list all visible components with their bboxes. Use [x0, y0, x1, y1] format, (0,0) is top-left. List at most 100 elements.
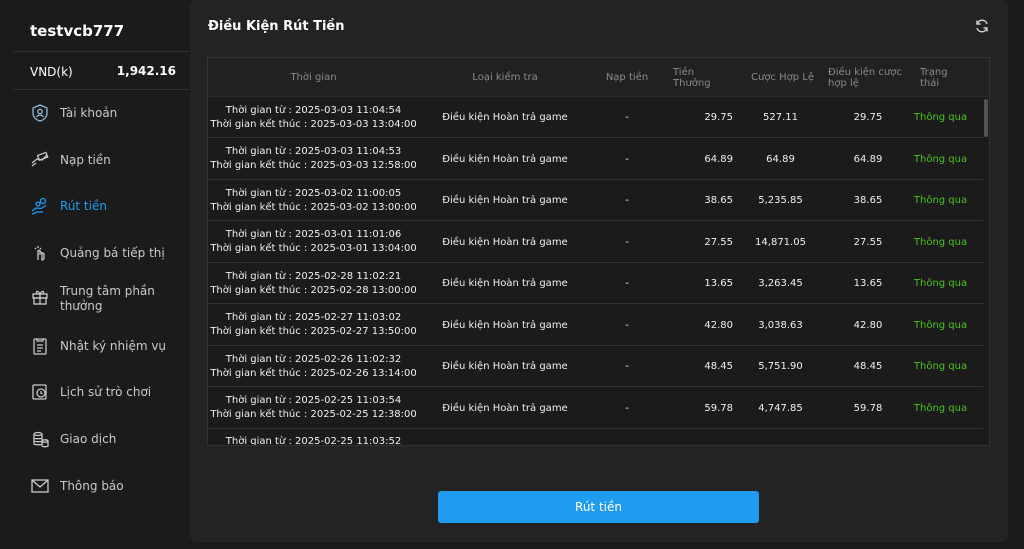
cell-deposit: [591, 429, 663, 445]
table-row: Thời gian từ : 2025-03-01 11:01:06 Thời g…: [208, 222, 985, 263]
history-icon: [32, 384, 47, 400]
conditions-table: Thời gian Loại kiểm tra Nạp tiền Tiền Th…: [207, 57, 990, 446]
balance-value: 1,942.16: [116, 64, 176, 78]
clipboard-icon: [33, 338, 47, 355]
cell-status: Thông qua: [913, 402, 968, 414]
cell-bet-condition: 64.89: [853, 153, 883, 165]
table-row: Thời gian từ : 2025-03-02 11:00:05 Thời g…: [208, 180, 985, 221]
envelope-icon: [31, 479, 49, 493]
time-from: Thời gian từ : 2025-03-01 11:01:06: [225, 229, 402, 240]
cell-status: [908, 429, 973, 445]
sidebar-item-label: Lịch sử trò chơi: [60, 384, 152, 399]
cash-hand-icon: [31, 151, 49, 167]
sidebar-item-label: Trung tâm phần thưởng: [60, 284, 155, 313]
time-from: Thời gian từ : 2025-02-27 11:03:02: [225, 312, 402, 323]
cell-bet-condition: 13.65: [853, 278, 883, 289]
cell-valid-bet: [743, 429, 818, 445]
cell-deposit: -: [625, 278, 629, 289]
cell-bet-condition: 48.45: [853, 361, 883, 372]
sidebar-item-label: Giao dịch: [60, 431, 117, 446]
cell-bonus: 38.65: [704, 195, 733, 206]
col-header-bonus: Tiền Thưởng: [673, 66, 711, 89]
cell-deposit: -: [625, 402, 629, 414]
cell-valid-bet: 5,751.90: [758, 361, 803, 372]
cell-time: Thời gian từ : 2025-03-01 11:01:06 Thời g…: [208, 222, 419, 263]
divider: [14, 89, 189, 90]
cell-deposit: -: [625, 112, 629, 123]
withdraw-button[interactable]: Rút tiền: [438, 491, 759, 523]
cell-valid-bet: 4,747.85: [758, 402, 803, 414]
cell-status: Thông qua: [913, 153, 968, 165]
table-row: Thời gian từ : 2025-02-25 11:03:54 Thời g…: [208, 388, 985, 429]
sidebar-item-label: Thông báo: [60, 478, 124, 493]
shield-user-icon: [32, 104, 48, 122]
time-from: Thời gian từ : 2025-02-25 11:03:52: [225, 436, 402, 446]
cell-type: Điều kiện Hoàn trả game: [442, 278, 568, 289]
cell-deposit: -: [625, 195, 629, 206]
cell-time: Thời gian từ : 2025-02-28 11:02:21 Thời g…: [208, 263, 419, 304]
cell-deposit: -: [625, 361, 629, 372]
col-header-deposit: Nạp tiền: [605, 72, 649, 83]
time-from: Thời gian từ : 2025-03-02 11:00:05: [225, 187, 402, 199]
sidebar-item-account[interactable]: Tài khoản: [30, 103, 117, 123]
time-from: Thời gian từ : 2025-02-26 11:02:32: [225, 353, 402, 365]
cell-time: Thời gian từ : 2025-03-03 11:04:53 Thời g…: [208, 139, 419, 180]
cell-bonus: 42.80: [704, 319, 733, 331]
cell-bonus: 29.75: [704, 112, 733, 123]
cell-deposit: -: [625, 153, 629, 165]
sidebar-item-label: Tài khoản: [60, 105, 118, 120]
coins-hand-icon: [31, 197, 47, 215]
cell-time: Thời gian từ : 2025-03-03 11:04:54 Thời g…: [208, 97, 419, 138]
cell-status: Thông qua: [913, 319, 968, 331]
cell-valid-bet: 527.11: [763, 112, 798, 123]
sidebar-item-rewards[interactable]: Trung tâm phần thưởng: [30, 284, 160, 314]
cell-bet-condition: 29.75: [853, 112, 883, 123]
gift-icon: [32, 290, 48, 305]
time-from: Thời gian từ : 2025-03-03 11:04:53: [225, 146, 402, 157]
divider: [14, 51, 189, 52]
cell-bet-condition: [823, 429, 913, 445]
cell-type: Điều kiện Hoàn trả game: [442, 319, 568, 331]
cell-valid-bet: 3,038.63: [758, 319, 803, 331]
cell-type: Điều kiện Hoàn trả game: [442, 361, 568, 372]
time-to: Thời gian kết thúc : 2025-02-27 13:50:00: [210, 326, 417, 337]
sidebar: testvcb777 VND(k) 1,942.16 Tài khoản Nạp…: [0, 0, 189, 549]
table-row: Thời gian từ : 2025-02-26 11:02:32 Thời g…: [208, 346, 985, 387]
balance-currency: VND(k): [30, 65, 73, 79]
sidebar-item-transactions[interactable]: Giao dịch: [30, 429, 116, 449]
sidebar-item-marketing[interactable]: Quảng bá tiếp thị: [30, 243, 165, 263]
sidebar-item-notifications[interactable]: Thông báo: [30, 476, 124, 496]
username: testvcb777: [30, 22, 125, 40]
cell-bonus: 64.89: [704, 153, 733, 165]
sidebar-item-mission-log[interactable]: Nhật ký nhiệm vụ: [30, 336, 166, 356]
cell-bonus: [673, 429, 733, 445]
cell-bonus: 27.55: [704, 236, 733, 248]
withdraw-conditions-panel: Điều Kiện Rút Tiền Thời gian Loại kiểm t…: [190, 0, 1008, 542]
time-to: Thời gian kết thúc : 2025-03-03 13:04:00: [210, 118, 417, 130]
col-header-bet-condition: Điều kiện cược hợp lệ: [828, 66, 902, 89]
time-to: Thời gian kết thúc : 2025-02-26 13:14:00: [210, 367, 417, 379]
cell-valid-bet: 5,235.85: [758, 195, 803, 206]
cell-bet-condition: 42.80: [853, 319, 883, 331]
col-header-time: Thời gian: [290, 72, 337, 83]
time-to: Thời gian kết thúc : 2025-03-01 13:04:00: [210, 243, 417, 254]
sidebar-item-deposit[interactable]: Nạp tiền: [30, 150, 111, 170]
sidebar-item-label: Rút tiền: [60, 198, 107, 213]
cell-time: Thời gian từ : 2025-02-25 11:03:52: [208, 429, 419, 446]
scrollbar-thumb[interactable]: [984, 99, 988, 137]
sidebar-item-withdraw[interactable]: Rút tiền: [30, 196, 107, 216]
sidebar-item-game-history[interactable]: Lịch sử trò chơi: [30, 382, 151, 402]
cell-bet-condition: 59.78: [853, 402, 883, 414]
cell-status: Thông qua: [913, 361, 968, 372]
cell-status: Thông qua: [913, 278, 968, 289]
table-row: Thời gian từ : 2025-02-28 11:02:21 Thời g…: [208, 263, 985, 304]
table-row: Thời gian từ : 2025-02-27 11:03:02 Thời g…: [208, 305, 985, 346]
refresh-icon[interactable]: [974, 18, 990, 34]
col-header-type: Loại kiểm tra: [472, 72, 538, 83]
table-row: Thời gian từ : 2025-03-03 11:04:54 Thời g…: [208, 97, 985, 138]
table-header: Thời gian Loại kiểm tra Nạp tiền Tiền Th…: [208, 58, 989, 97]
cell-bet-condition: 38.65: [853, 195, 883, 206]
cell-valid-bet: 14,871.05: [755, 236, 806, 248]
table-scrollbar[interactable]: [983, 97, 989, 445]
cell-type: Điều kiện Hoàn trả game: [442, 236, 568, 248]
